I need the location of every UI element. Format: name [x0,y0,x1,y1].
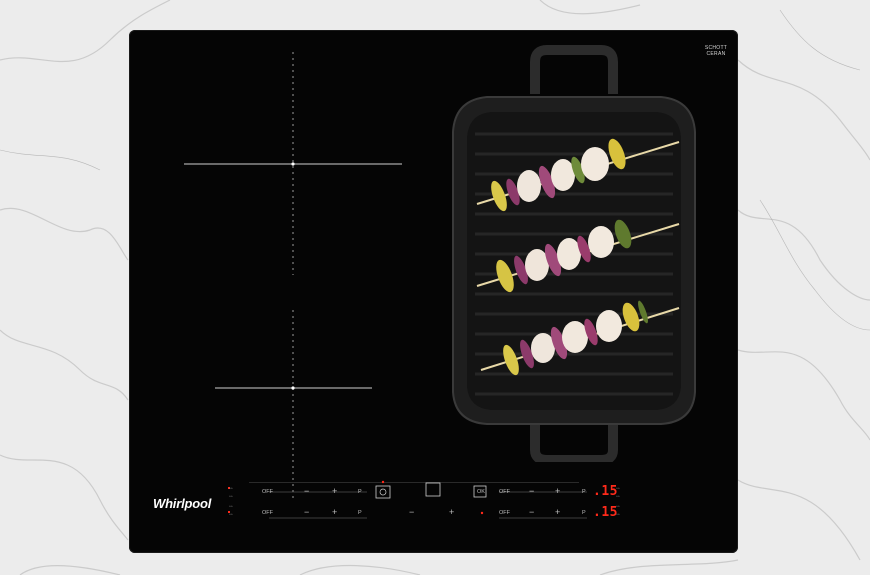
off-label-right-top[interactable]: OFF [499,489,510,495]
p-button-left-bottom[interactable]: P [358,510,362,516]
minus-button-left-top[interactable]: − [304,486,309,496]
plus-button-right-top[interactable]: + [555,486,560,496]
minus-button-center[interactable]: − [409,507,414,517]
minus-button-right-bottom[interactable]: − [529,507,534,517]
minus-button-left-bottom[interactable]: − [304,507,309,517]
timer-icon [375,485,391,499]
whirlpool-logo: Whirlpool [153,496,212,511]
p-button-left-top[interactable]: P [358,489,362,495]
plus-button-right-bottom[interactable]: + [555,507,560,517]
svg-text:▫▫: ▫▫ [229,512,233,518]
off-label-left-bottom[interactable]: OFF [262,510,273,516]
plus-button-center[interactable]: + [449,507,454,517]
p-button-right-bottom[interactable]: P [582,510,586,516]
power-display-right-bottom: .15 [593,505,618,520]
off-label-left-top[interactable]: OFF [262,489,273,495]
induction-hob: ▫▫ ▫▫ ▫▫ ▫▫ ▫▫ ▫▫ ▫▫ ▫▫ OFF − + P OFF − + P … [129,30,738,553]
power-icon [425,482,441,497]
plus-button-left-bottom[interactable]: + [332,507,337,517]
svg-text:▫▫: ▫▫ [229,504,233,510]
minus-button-right-top[interactable]: − [529,486,534,496]
schott-ceran-logo: SCHOTT CERAN [704,45,728,57]
cooking-zone-icon [291,162,295,166]
power-display-right-top: .15 [593,484,618,499]
off-label-right-bottom[interactable]: OFF [499,510,510,516]
plus-button-left-top[interactable]: + [332,486,337,496]
svg-text:▫▫: ▫▫ [229,494,233,500]
ok-button[interactable]: OK [477,489,485,495]
p-button-right-top[interactable]: P [582,489,586,495]
svg-text:▫▫: ▫▫ [229,486,233,492]
grill-pan-icon [452,45,696,462]
